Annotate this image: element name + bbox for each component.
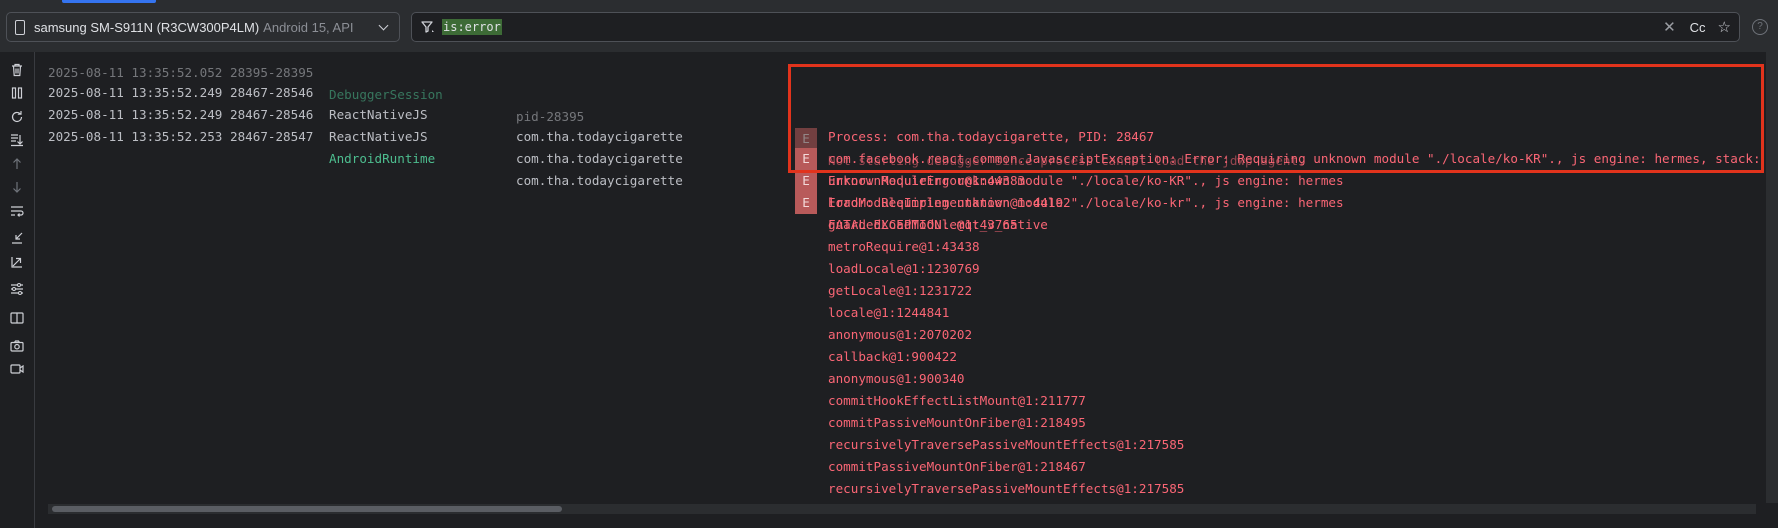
logcat-toolbar: samsung SM-S911N (R3CW300P4LM) Android 1… <box>0 0 1778 53</box>
chevron-down-icon <box>378 20 389 30</box>
vertical-scrollbar[interactable] <box>1766 52 1778 503</box>
arrow-down-icon[interactable] <box>9 179 25 195</box>
log-timestamp: 2025-08-11 13:35:52.052 28395-28395 <box>48 65 314 80</box>
device-name: samsung SM-S911N (R3CW300P4LM) <box>34 19 260 35</box>
log-row: 2025-08-11 13:35:52.249 28467-28546 Reac… <box>35 60 1344 188</box>
settings-icon[interactable] <box>9 281 25 297</box>
arrow-up-icon[interactable] <box>9 156 25 172</box>
device-api: Android 15, API <box>263 19 354 35</box>
log-timestamp: 2025-08-11 13:35:52.249 28467-28546 <box>48 107 314 122</box>
scrollbar-thumb[interactable] <box>52 506 562 512</box>
log-package: com.tha.todaycigarette <box>516 129 683 144</box>
filter-query[interactable]: is:error <box>442 19 502 35</box>
screenshot-icon[interactable] <box>9 338 25 354</box>
split-icon[interactable] <box>9 310 25 326</box>
star-icon[interactable]: ☆ <box>1718 18 1731 36</box>
log-row: 2025-08-11 13:35:52.253 28467-28547 Andr… <box>35 104 1048 232</box>
expand-icon[interactable] <box>9 254 25 270</box>
logcat-filter[interactable]: is:error ✕ Cc ☆ <box>411 12 1740 42</box>
restart-icon[interactable] <box>9 109 25 125</box>
soft-wrap-icon[interactable] <box>9 203 25 219</box>
log-timestamp: 2025-08-11 13:35:52.253 28467-28547 <box>48 129 314 144</box>
filter-icon[interactable] <box>420 19 436 35</box>
log-tag: DebuggerSession <box>329 87 443 102</box>
close-icon[interactable]: ✕ <box>1663 18 1676 36</box>
log-row: 2025-08-11 13:35:52.249 28467-28546 Reac… <box>35 82 1344 210</box>
phone-icon <box>15 19 25 35</box>
match-case-button[interactable]: Cc <box>1690 20 1706 35</box>
active-tab-indicator <box>62 0 156 3</box>
log-package: pid-28395 <box>516 109 585 124</box>
highlight-annotation <box>788 64 1764 173</box>
log-level-badge: E <box>795 170 817 192</box>
scroll-to-end-icon[interactable] <box>9 132 25 148</box>
pause-icon[interactable] <box>9 85 25 101</box>
help-icon[interactable]: ? <box>1752 19 1768 35</box>
log-tag: ReactNativeJS <box>329 129 428 144</box>
log-level-badge: E <box>795 192 817 214</box>
horizontal-scrollbar[interactable] <box>48 504 1756 514</box>
log-package: com.tha.todaycigarette <box>516 173 683 188</box>
device-selector[interactable]: samsung SM-S911N (R3CW300P4LM) Android 1… <box>6 12 400 42</box>
logcat-side-toolbar <box>0 52 35 528</box>
trash-icon[interactable] <box>9 62 25 78</box>
log-tag: AndroidRuntime <box>329 151 436 166</box>
log-package: com.tha.todaycigarette <box>516 151 683 166</box>
screen-record-icon[interactable] <box>9 361 25 377</box>
collapse-icon[interactable] <box>9 230 25 246</box>
log-tag: ReactNativeJS <box>329 107 428 122</box>
log-timestamp: 2025-08-11 13:35:52.249 28467-28546 <box>48 85 314 100</box>
